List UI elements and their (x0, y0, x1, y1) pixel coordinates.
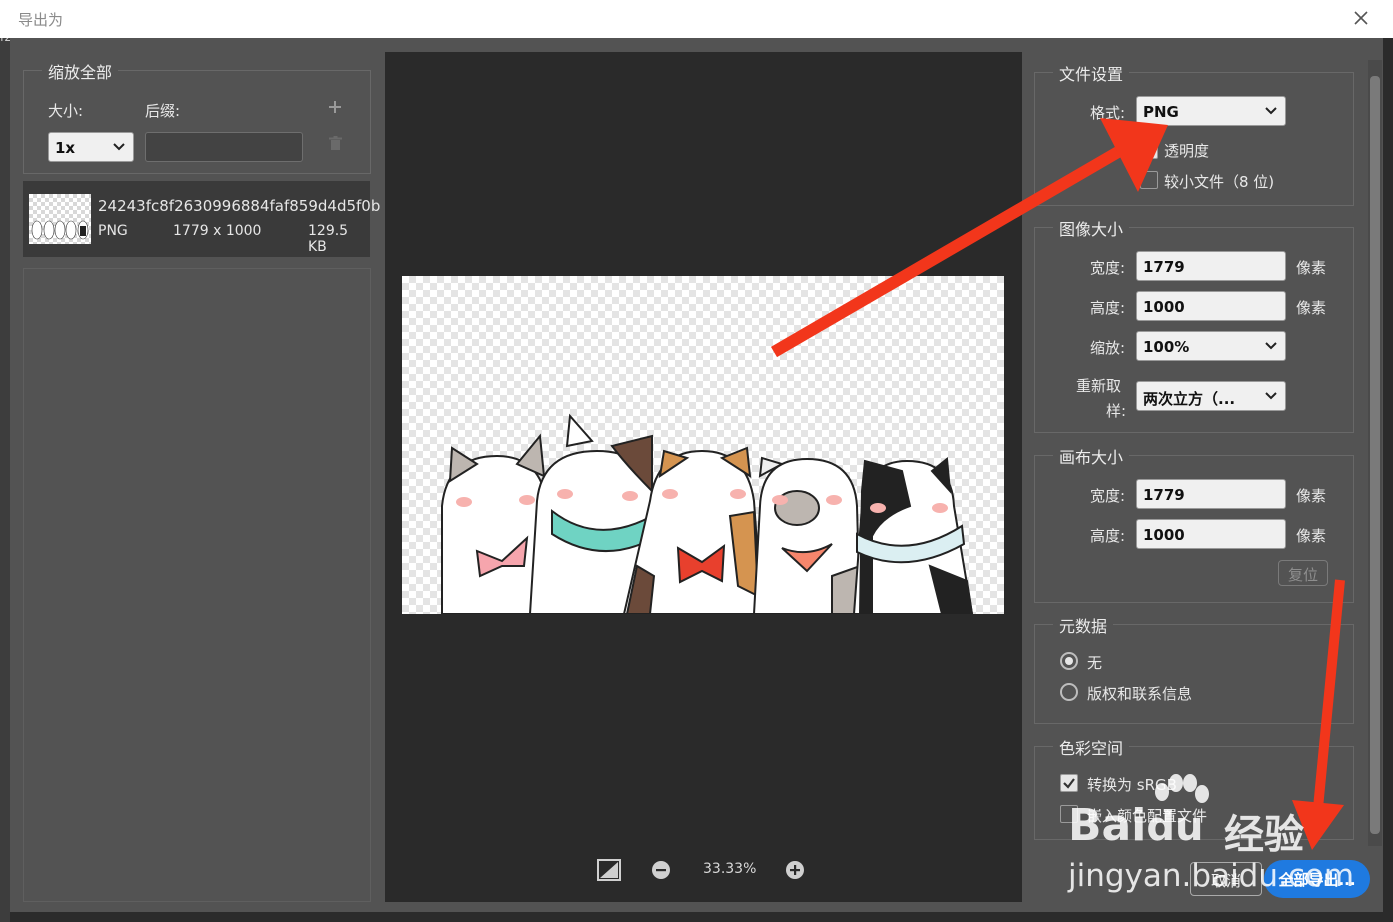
watermark-brand: 经验 (1224, 812, 1304, 858)
settings-scrollbar[interactable] (1368, 60, 1382, 846)
scale-select-value: 100% (1143, 338, 1190, 356)
chevron-down-icon (1265, 392, 1277, 400)
resample-select-value: 两次立方（... (1143, 390, 1236, 408)
metadata-none-radio[interactable] (1060, 652, 1078, 670)
background-app-edge: f2 (0, 0, 12, 922)
size-select-value: 1x (55, 139, 76, 157)
image-width-input[interactable]: 1779 (1136, 251, 1286, 281)
image-size-title: 图像大小 (1053, 216, 1130, 240)
canvas-width-value: 1779 (1143, 486, 1185, 504)
trash-icon[interactable] (329, 136, 342, 151)
preview-panel: 33.33% (385, 52, 1022, 902)
canvas-height-value: 1000 (1143, 526, 1185, 544)
paw-icon (1155, 774, 1209, 803)
asset-dimensions: 1779 x 1000 (173, 223, 262, 239)
image-height-input[interactable]: 1000 (1136, 291, 1286, 321)
cats-illustration (441, 413, 974, 615)
metadata-none-label: 无 (1087, 654, 1103, 672)
canvas-width-label: 宽度: (1090, 487, 1126, 505)
chevron-down-icon (1265, 342, 1277, 350)
image-height-label: 高度: (1090, 299, 1126, 317)
metadata-copyright-label: 版权和联系信息 (1087, 685, 1193, 703)
dialog-title: 导出为 (18, 11, 64, 29)
preview-canvas (402, 276, 1004, 615)
zoom-out-icon[interactable] (651, 860, 671, 880)
asset-list-area (23, 268, 371, 902)
asset-thumbnail (29, 194, 91, 244)
canvas-width-input[interactable]: 1779 (1136, 479, 1286, 509)
canvas-size-title: 画布大小 (1053, 444, 1130, 468)
scale-label: 缩放: (1090, 339, 1126, 357)
scale-all-title: 缩放全部 (42, 59, 119, 83)
canvas-height-unit: 像素 (1296, 527, 1327, 545)
smaller-file-checkbox[interactable] (1140, 171, 1158, 189)
resample-label-line1: 重新取 (1076, 377, 1122, 395)
zoom-controls: 33.33% (595, 858, 815, 886)
image-width-value: 1779 (1143, 258, 1185, 276)
suffix-input[interactable] (145, 132, 303, 162)
scrollbar-thumb[interactable] (1370, 76, 1380, 834)
format-select-value: PNG (1143, 103, 1179, 121)
image-width-label: 宽度: (1090, 259, 1126, 277)
color-space-title: 色彩空间 (1053, 735, 1130, 759)
watermark-url: jingyan.baidu.com (1068, 858, 1355, 894)
transparency-label: 透明度 (1164, 142, 1210, 160)
chevron-down-icon (113, 143, 125, 151)
reset-button[interactable]: 复位 (1278, 560, 1328, 586)
size-select[interactable]: 1x (48, 132, 134, 162)
image-width-unit: 像素 (1296, 259, 1327, 277)
add-scale-icon[interactable] (328, 100, 342, 114)
canvas-height-input[interactable]: 1000 (1136, 519, 1286, 549)
format-select[interactable]: PNG (1136, 96, 1286, 126)
file-settings-title: 文件设置 (1053, 61, 1130, 85)
canvas-width-unit: 像素 (1296, 487, 1327, 505)
format-label: 格式: (1090, 104, 1126, 122)
checkmark-icon (1063, 778, 1075, 789)
toggle-preview-icon[interactable] (597, 859, 621, 881)
asset-list-item[interactable]: 24243fc8f2630996884faf859d4d5f0b PNG 177… (23, 181, 380, 257)
zoom-level: 33.33% (703, 861, 757, 877)
transparency-checkbox[interactable] (1140, 141, 1158, 159)
image-height-value: 1000 (1143, 298, 1185, 316)
asset-name: 24243fc8f2630996884faf859d4d5f0b (98, 197, 381, 215)
zoom-in-icon[interactable] (785, 860, 805, 880)
dialog-titlebar: 导出为 (0, 0, 1393, 38)
metadata-copyright-radio[interactable] (1060, 683, 1078, 701)
chevron-down-icon (1265, 107, 1277, 115)
resample-select[interactable]: 两次立方（... (1136, 381, 1286, 411)
size-label: 大小: (48, 102, 84, 120)
cats-thumbnail-image (31, 220, 89, 240)
convert-srgb-checkbox[interactable] (1060, 774, 1078, 792)
watermark-logo-text: Bai (1068, 800, 1147, 851)
image-height-unit: 像素 (1296, 299, 1327, 317)
resample-label-line2: 样: (1106, 402, 1127, 420)
canvas-height-label: 高度: (1090, 527, 1126, 545)
metadata-group: 元数据 (1034, 613, 1354, 724)
close-icon[interactable] (1351, 8, 1371, 28)
asset-format: PNG (98, 223, 128, 239)
scale-select[interactable]: 100% (1136, 331, 1286, 361)
suffix-label: 后缀: (145, 102, 181, 120)
metadata-title: 元数据 (1053, 613, 1114, 637)
smaller-file-label: 较小文件（8 位) (1164, 173, 1275, 191)
asset-filesize: 129.5 KB (308, 223, 349, 255)
